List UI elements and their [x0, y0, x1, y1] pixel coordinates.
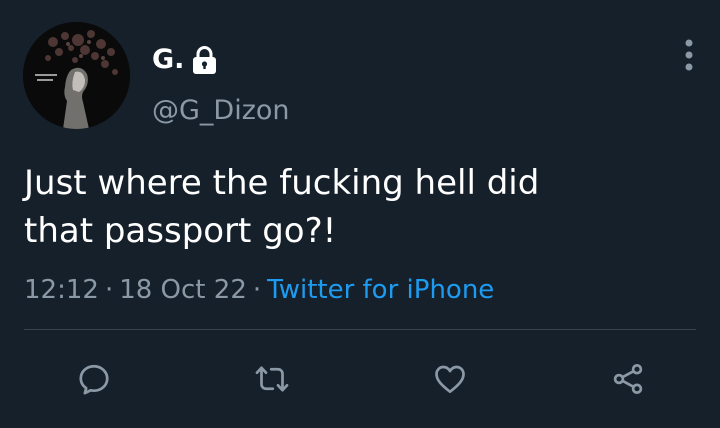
like-icon	[435, 365, 465, 394]
display-name[interactable]: G.	[152, 42, 184, 78]
tweet-date: 18 Oct 22	[119, 275, 247, 305]
author-handle[interactable]: @G_Dizon	[152, 93, 290, 129]
tweet-source-link[interactable]: Twitter for iPhone	[267, 275, 494, 305]
avatar[interactable]	[23, 22, 130, 129]
more-options-icon[interactable]	[676, 36, 702, 76]
retweet-icon	[255, 366, 289, 392]
share-button[interactable]	[608, 359, 648, 399]
tweet-time: 12:12	[24, 275, 99, 305]
retweet-button[interactable]	[252, 359, 292, 399]
meta-separator: ·	[104, 275, 114, 305]
like-button[interactable]	[430, 359, 470, 399]
author-name-row[interactable]: G.	[152, 42, 217, 78]
tweet-meta: 12:12 · 18 Oct 22 · Twitter for iPhone	[24, 270, 494, 310]
divider	[24, 329, 696, 330]
tweet-detail: G. @G_Dizon Just where the fucking hell …	[0, 0, 720, 428]
share-icon	[613, 364, 643, 394]
meta-separator: ·	[252, 275, 262, 305]
tweet-text-line: Just where the fucking hell did	[24, 163, 540, 203]
lock-icon	[192, 45, 217, 75]
tweet-text: Just where the fucking hell did that pas…	[24, 159, 704, 255]
reply-icon	[79, 364, 109, 395]
tweet-text-line: that passport go?!	[24, 211, 337, 251]
reply-button[interactable]	[74, 359, 114, 399]
